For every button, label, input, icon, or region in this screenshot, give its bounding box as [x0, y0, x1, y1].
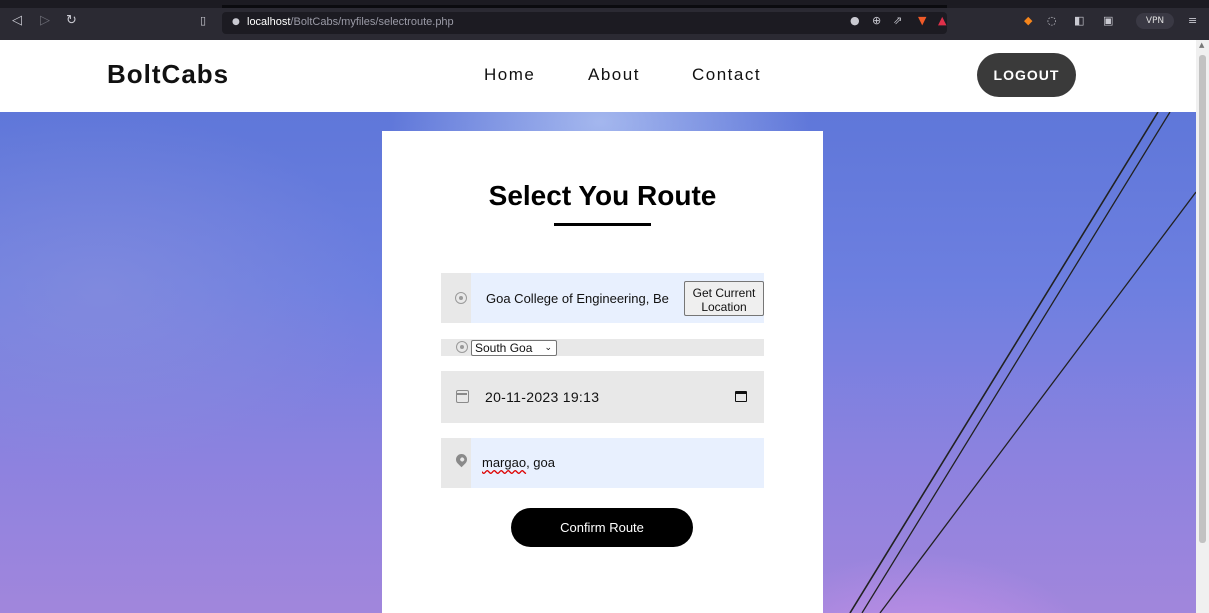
destination-icon-column [441, 438, 471, 488]
district-select[interactable]: South Goa ⌄ [471, 340, 557, 356]
vpn-label: VPN [1145, 16, 1165, 26]
active-tab-edge [222, 5, 947, 8]
reload-icon[interactable]: ↻ [66, 14, 77, 28]
scrollbar-thumb[interactable] [1199, 55, 1206, 543]
logout-button[interactable]: LOGOUT [977, 53, 1076, 97]
menu-icon[interactable]: ≡ [1188, 15, 1197, 27]
confirm-route-button[interactable]: Confirm Route [511, 508, 693, 547]
nav-home[interactable]: Home [484, 65, 535, 85]
get-current-location-button[interactable]: Get Current Location [684, 281, 764, 316]
forward-icon[interactable]: ▷ [40, 14, 50, 28]
calendar-icon [456, 390, 469, 403]
calendar-picker-icon[interactable] [735, 391, 747, 402]
url-host: localhost [247, 16, 291, 28]
district-selected-value: South Goa [475, 341, 533, 355]
url-path: /BoltCabs/myfiles/selectroute.php [290, 16, 454, 28]
pickup-input[interactable]: Goa College of Engineering, Be [486, 291, 678, 306]
district-radio-icon [456, 341, 468, 353]
page-title: Select You Route [488, 180, 717, 211]
nav-contact[interactable]: Contact [692, 65, 761, 85]
get-location-label-line1: Get Current [692, 286, 756, 300]
back-icon[interactable]: ◁ [12, 14, 22, 28]
sidebar-icon[interactable]: ◧ [1074, 15, 1084, 27]
wallet-icon[interactable]: ▣ [1103, 15, 1113, 27]
bookmark-icon[interactable]: ▯ [200, 14, 206, 28]
get-location-label-line2: Location [701, 300, 747, 314]
site-info-icon[interactable]: ● [232, 16, 240, 28]
extensions-icon[interactable]: ◌ [1047, 15, 1057, 27]
nav-about[interactable]: About [588, 65, 640, 85]
destination-input[interactable]: margao, goa [482, 455, 555, 470]
vpn-button[interactable]: VPN [1136, 13, 1174, 29]
share-icon[interactable]: ⇗ [893, 15, 902, 27]
rewards-icon[interactable]: ▲ [938, 15, 946, 27]
url-text[interactable]: localhost/BoltCabs/myfiles/selectroute.p… [247, 16, 454, 28]
zoom-icon[interactable]: ⊕ [872, 15, 881, 27]
datetime-input[interactable]: 20-11-2023 19:13 [485, 389, 599, 405]
pickup-radio-icon [455, 292, 467, 304]
brave-shields-icon[interactable]: ▼ [918, 15, 926, 27]
location-icon[interactable]: ● [850, 15, 860, 27]
chevron-down-icon: ⌄ [544, 343, 552, 353]
title-underline [554, 223, 651, 226]
browser-toolbar: ◁ ▷ ↻ ▯ ● localhost/BoltCabs/myfiles/sel… [0, 0, 1209, 40]
brand-logo[interactable]: BoltCabs [107, 59, 229, 90]
destination-rest: , goa [526, 455, 555, 470]
scroll-up-icon[interactable]: ▲ [1199, 41, 1204, 49]
metamask-icon[interactable]: ◆ [1024, 15, 1032, 27]
destination-word: margao [482, 455, 527, 470]
